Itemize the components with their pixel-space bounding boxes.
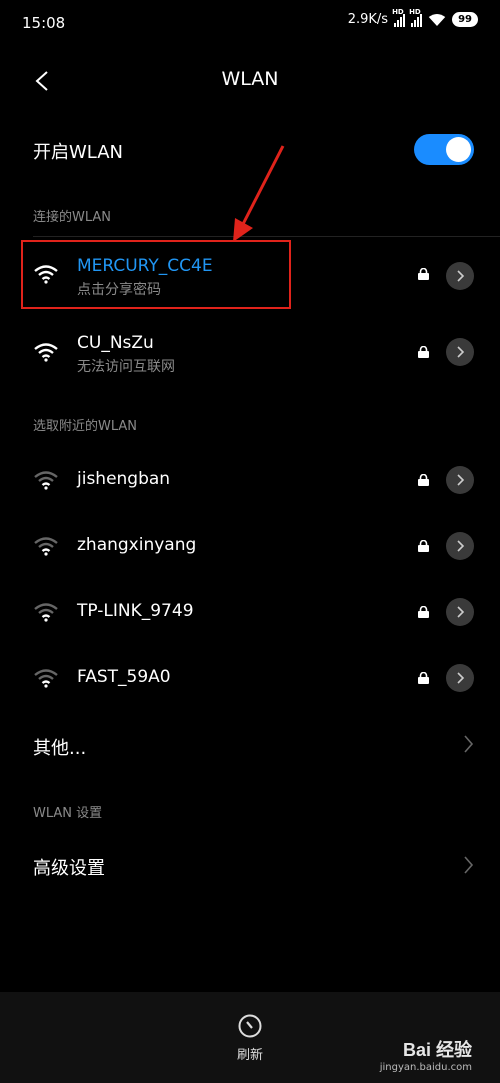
wlan-toggle-label: 开启WLAN — [33, 142, 124, 163]
lock-icon — [418, 672, 429, 684]
other-networks-label: 其他... — [33, 738, 87, 759]
page-title: WLAN — [221, 68, 279, 90]
network-detail-button[interactable] — [446, 338, 474, 366]
chevron-right-icon — [457, 606, 465, 618]
advanced-settings-label: 高级设置 — [33, 858, 105, 879]
network-name: zhangxinyang — [77, 535, 197, 555]
annotation-highlight-box — [21, 240, 291, 309]
lock-icon — [418, 268, 429, 280]
wifi-weak-icon — [34, 537, 58, 556]
network-name: jishengban — [77, 469, 171, 489]
wifi-weak-icon — [34, 471, 58, 490]
signal-icon-2: HD — [409, 8, 423, 27]
chevron-right-icon — [457, 346, 465, 358]
battery-icon: 99 — [452, 12, 478, 27]
wifi-status-icon — [428, 13, 446, 26]
network-detail-button[interactable] — [446, 532, 474, 560]
network-detail-button[interactable] — [446, 664, 474, 692]
chevron-right-icon — [457, 540, 465, 552]
network-name: FAST_59A0 — [77, 667, 171, 687]
lock-icon — [418, 474, 429, 486]
chevron-right-icon — [464, 856, 474, 874]
signal-icon-1: HD — [392, 8, 406, 27]
network-detail-button[interactable] — [446, 262, 474, 290]
chevron-right-icon — [457, 672, 465, 684]
network-name: CU_NsZu — [77, 333, 154, 353]
annotation-arrow — [233, 145, 285, 242]
network-subtitle: 无法访问互联网 — [77, 359, 175, 375]
wifi-strong-icon — [34, 343, 58, 362]
network-detail-button[interactable] — [446, 466, 474, 494]
chevron-right-icon — [457, 474, 465, 486]
status-icons: 2.9K/s HD HD 99 — [347, 8, 478, 27]
section-connected-title: 连接的WLAN — [33, 210, 112, 225]
refresh-icon[interactable] — [237, 1013, 263, 1039]
toggle-knob — [446, 137, 471, 162]
lock-icon — [418, 346, 429, 358]
lock-icon — [418, 606, 429, 618]
status-time: 15:08 — [22, 14, 66, 32]
section-nearby-title: 选取附近的WLAN — [33, 419, 138, 434]
chevron-right-icon — [457, 270, 465, 282]
network-speed: 2.9K/s — [347, 12, 389, 27]
wifi-weak-icon — [34, 603, 58, 622]
network-detail-button[interactable] — [446, 598, 474, 626]
wlan-toggle-switch[interactable] — [414, 134, 474, 165]
watermark-url: jingyan.baidu.com — [379, 1062, 472, 1073]
status-bar: 15:08 2.9K/s HD HD 99 — [0, 0, 500, 44]
chevron-right-icon — [464, 735, 474, 753]
baidu-watermark: Bai 经验 — [402, 1040, 472, 1060]
section-settings-title: WLAN 设置 — [33, 806, 103, 821]
lock-icon — [418, 540, 429, 552]
wifi-weak-icon — [34, 669, 58, 688]
network-name: TP-LINK_9749 — [77, 601, 194, 621]
